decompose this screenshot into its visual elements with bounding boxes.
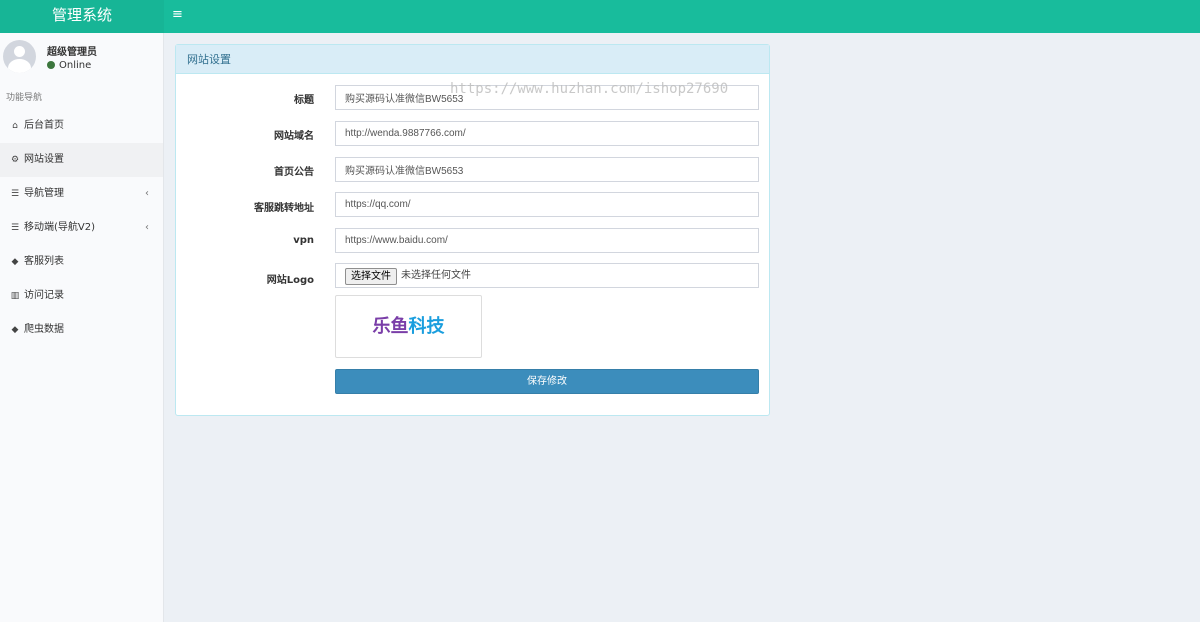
service-url-label: 客服跳转地址	[254, 203, 314, 214]
user-status-text: Online	[59, 60, 92, 71]
tags-icon: ◆	[11, 257, 19, 267]
service-url-input[interactable]	[335, 192, 759, 217]
file-status-text: 未选择任何文件	[401, 270, 471, 281]
sidebar-item-label: 访问记录	[24, 290, 64, 301]
user-panel: 超级管理员 Online	[0, 33, 163, 81]
user-name: 超级管理员	[47, 47, 97, 58]
sidebar-item-visit-log[interactable]: ▥ 访问记录	[0, 279, 163, 313]
vpn-input[interactable]	[335, 228, 759, 253]
sidebar-item-dashboard[interactable]: ⌂ 后台首页	[0, 109, 163, 143]
sidebar-item-crawler-data[interactable]: ◆ 爬虫数据	[0, 313, 163, 347]
home-icon: ⌂	[12, 121, 18, 131]
hamburger-icon[interactable]: ≡	[172, 7, 186, 23]
sidebar-item-service-list[interactable]: ◆ 客服列表	[0, 245, 163, 279]
title-input[interactable]	[335, 85, 759, 110]
sidebar-header: 功能导航	[6, 93, 43, 103]
sidebar: 超级管理员 Online 功能导航 ⌂ 后台首页 ⚙ 网站设置 ☰ 导航管理 ‹ ☰ 移…	[0, 33, 164, 622]
domain-input[interactable]	[335, 121, 759, 146]
top-navbar: 管理系统 ≡	[0, 0, 1200, 33]
sidebar-item-label: 后台首页	[24, 120, 64, 131]
notice-input[interactable]	[335, 157, 759, 182]
sidebar-menu: ⌂ 后台首页 ⚙ 网站设置 ☰ 导航管理 ‹ ☰ 移动端(导航V2) ‹ ◆ 客服列表 ▥…	[0, 109, 163, 347]
user-silhouette-head	[14, 46, 25, 57]
sidebar-item-site-settings[interactable]: ⚙ 网站设置	[0, 143, 163, 177]
logo-label: 网站Logo	[266, 275, 314, 286]
settings-panel: 网站设置 标题 网站域名 首页公告 客服跳转地址 vpn 网站Logo 选择文件…	[175, 44, 770, 416]
choose-file-button[interactable]: 选择文件	[345, 268, 397, 285]
status-dot-icon	[47, 61, 55, 69]
sidebar-item-label: 网站设置	[24, 154, 64, 165]
database-icon: ☰	[10, 189, 20, 199]
save-button[interactable]: 保存修改	[335, 369, 759, 394]
domain-label: 网站域名	[274, 131, 314, 142]
avatar	[3, 40, 36, 73]
sidebar-item-label: 爬虫数据	[24, 324, 64, 335]
database-icon: ☰	[10, 223, 20, 233]
sidebar-item-mobile-nav[interactable]: ☰ 移动端(导航V2) ‹	[0, 211, 163, 245]
chevron-left-icon: ‹	[145, 188, 149, 199]
app-brand[interactable]: 管理系统	[0, 0, 164, 33]
user-status: Online	[47, 60, 91, 71]
sidebar-item-label: 移动端(导航V2)	[24, 222, 96, 233]
chevron-left-icon: ‹	[145, 222, 149, 233]
user-silhouette-body	[8, 59, 31, 73]
bar-chart-icon: ▥	[10, 291, 20, 301]
gears-icon: ⚙	[10, 155, 20, 165]
logo-preview: 乐鱼科技	[335, 295, 482, 358]
logo-image: 乐鱼科技	[372, 316, 445, 337]
title-label: 标题	[294, 95, 314, 106]
sidebar-item-nav-management[interactable]: ☰ 导航管理 ‹	[0, 177, 163, 211]
sidebar-item-label: 导航管理	[24, 188, 64, 199]
logo-file-input[interactable]: 选择文件 未选择任何文件	[335, 263, 759, 288]
notice-label: 首页公告	[274, 167, 314, 178]
vpn-label: vpn	[293, 235, 314, 246]
panel-title: 网站设置	[176, 45, 769, 74]
sidebar-item-label: 客服列表	[24, 256, 64, 267]
tags-icon: ◆	[11, 325, 19, 335]
